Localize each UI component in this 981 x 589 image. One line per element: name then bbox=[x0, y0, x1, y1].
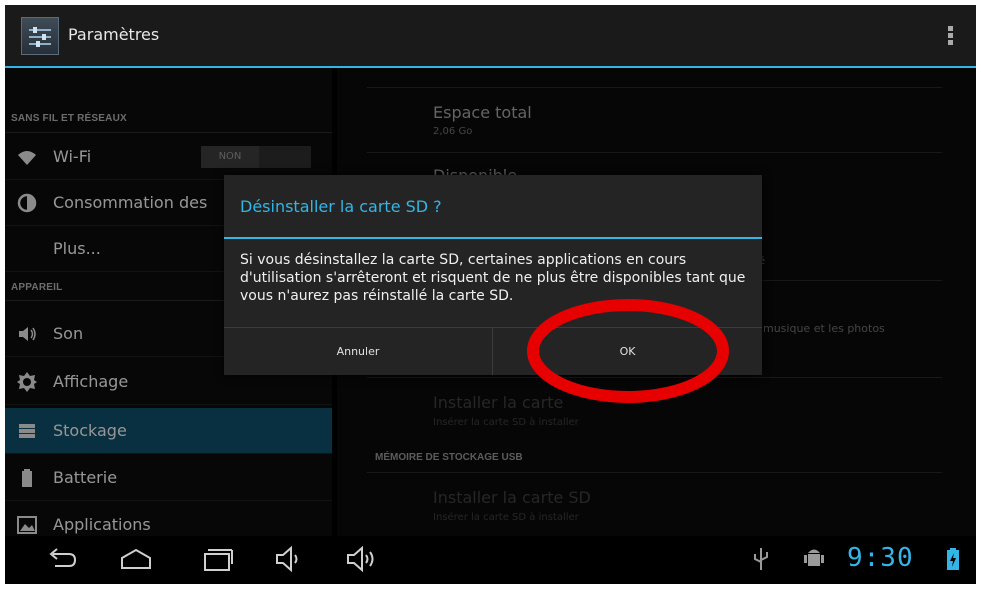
dialog-message: Si vous désinstallez la carte SD, certai… bbox=[240, 252, 746, 304]
android-debug-icon bbox=[804, 549, 824, 566]
overflow-menu-icon[interactable] bbox=[948, 26, 954, 46]
ok-button[interactable]: OK bbox=[493, 328, 762, 375]
usb-icon bbox=[754, 548, 768, 570]
battery-charging-icon bbox=[947, 548, 959, 570]
dialog-title-divider bbox=[224, 237, 762, 239]
system-navigation-bar: 9:30 bbox=[5, 536, 976, 584]
cancel-button[interactable]: Annuler bbox=[224, 328, 493, 375]
page-title: Paramètres bbox=[68, 25, 160, 44]
recent-apps-icon[interactable] bbox=[199, 544, 235, 574]
volume-down-icon[interactable] bbox=[271, 544, 307, 574]
back-icon[interactable] bbox=[45, 544, 81, 574]
action-bar: Paramètres bbox=[5, 5, 976, 68]
dialog-title: Désinstaller la carte SD ? bbox=[240, 197, 442, 216]
status-clock: 9:30 bbox=[847, 543, 914, 573]
home-icon[interactable] bbox=[118, 544, 154, 574]
volume-up-icon[interactable] bbox=[344, 544, 380, 574]
settings-app-icon[interactable] bbox=[21, 17, 59, 55]
tablet-screen: Paramètres SANS FIL ET RÉSEAUX Wi-Fi NON… bbox=[5, 5, 976, 584]
unmount-sd-dialog: Désinstaller la carte SD ? Si vous désin… bbox=[224, 175, 762, 375]
